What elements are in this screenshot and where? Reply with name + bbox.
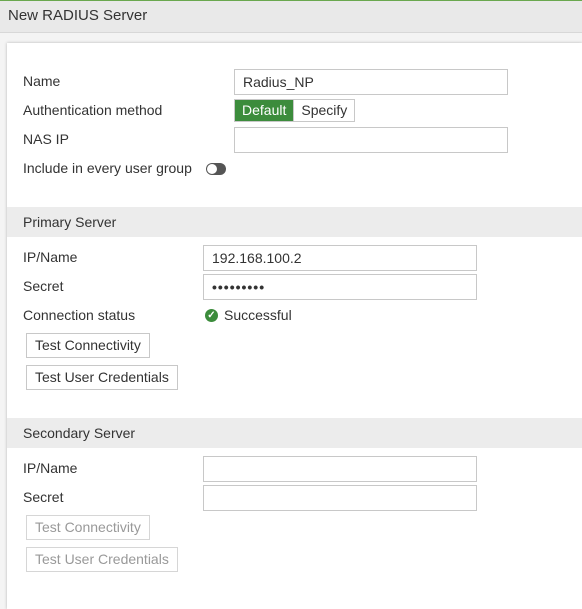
title-bar: New RADIUS Server bbox=[0, 0, 582, 33]
secondary-ip-input[interactable] bbox=[203, 456, 477, 482]
name-input[interactable]: Radius_NP bbox=[234, 69, 508, 95]
include-user-group-label: Include in every user group bbox=[23, 160, 192, 176]
toggle-knob bbox=[207, 164, 217, 174]
connection-status-label: Connection status bbox=[23, 307, 136, 323]
primary-server-title: Primary Server bbox=[23, 214, 117, 230]
secondary-server-header: Secondary Server bbox=[7, 418, 582, 448]
auth-default-option[interactable]: Default bbox=[235, 100, 294, 121]
connection-status-value: Successful bbox=[224, 307, 292, 323]
check-circle-icon: ✓ bbox=[205, 308, 218, 322]
include-user-group-toggle[interactable] bbox=[206, 163, 226, 175]
secondary-ip-label: IP/Name bbox=[23, 460, 78, 476]
primary-secret-input[interactable]: ••••••••• bbox=[203, 274, 477, 300]
secondary-server-title: Secondary Server bbox=[23, 425, 136, 441]
nas-ip-input[interactable] bbox=[234, 127, 508, 153]
primary-secret-label: Secret bbox=[23, 278, 64, 294]
secondary-secret-label: Secret bbox=[23, 489, 64, 505]
secondary-test-credentials-button[interactable]: Test User Credentials bbox=[26, 547, 178, 572]
primary-server-header: Primary Server bbox=[7, 207, 582, 237]
form-panel: Name Radius_NP Authentication method Def… bbox=[7, 43, 582, 609]
auth-specify-option[interactable]: Specify bbox=[293, 100, 355, 121]
primary-test-connectivity-button[interactable]: Test Connectivity bbox=[26, 333, 150, 358]
auth-method-toggle[interactable]: Default Specify bbox=[234, 99, 356, 122]
primary-ip-input[interactable]: 192.168.100.2 bbox=[203, 245, 477, 271]
primary-ip-label: IP/Name bbox=[23, 249, 78, 265]
name-label: Name bbox=[23, 73, 61, 89]
window-title: New RADIUS Server bbox=[8, 7, 148, 24]
nas-ip-label: NAS IP bbox=[23, 131, 69, 147]
auth-method-label: Authentication method bbox=[23, 102, 163, 118]
secondary-secret-input[interactable] bbox=[203, 485, 477, 511]
primary-test-credentials-button[interactable]: Test User Credentials bbox=[26, 365, 178, 390]
secondary-test-connectivity-button[interactable]: Test Connectivity bbox=[26, 515, 150, 540]
connection-status: ✓ Successful bbox=[205, 307, 292, 323]
